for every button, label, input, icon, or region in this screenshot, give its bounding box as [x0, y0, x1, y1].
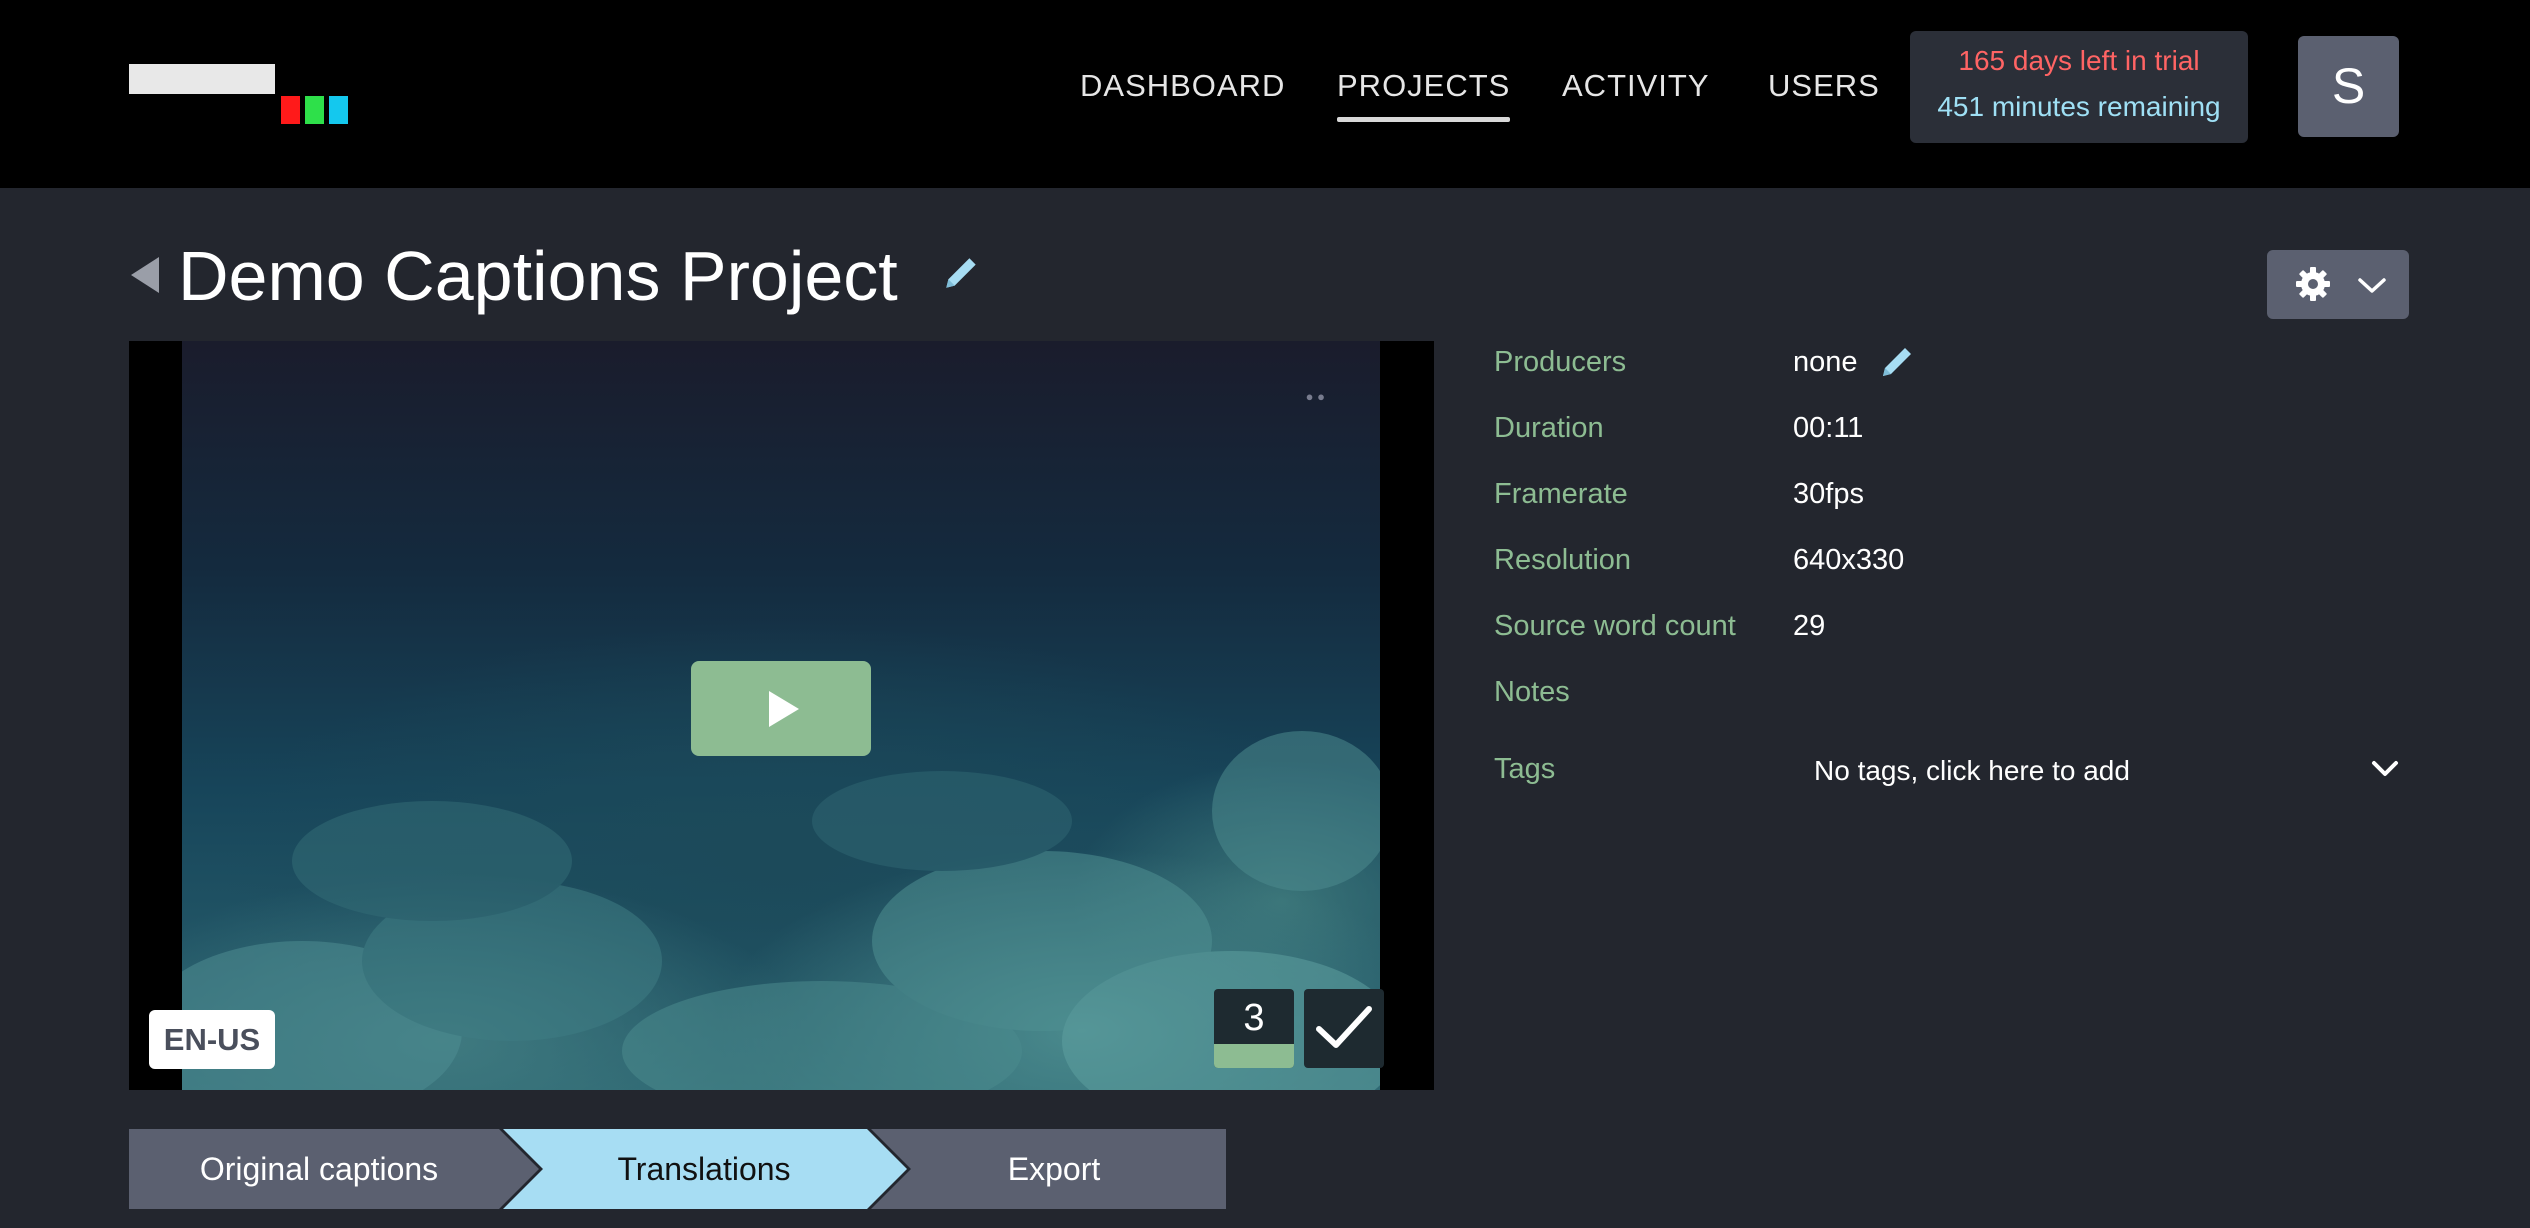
caption-count: 3	[1243, 997, 1265, 1039]
edit-title-pencil-icon[interactable]	[940, 252, 982, 294]
logo-green-square	[305, 96, 324, 124]
nav-users[interactable]: USERS	[1768, 62, 1880, 122]
app-logo[interactable]	[129, 64, 361, 126]
word-count-label: Source word count	[1494, 610, 1736, 642]
tags-selector[interactable]: No tags, click here to add	[1800, 740, 2410, 800]
chevron-down-icon	[2372, 761, 2398, 776]
nav-projects[interactable]: PROJECTS	[1337, 62, 1511, 122]
trial-status-box[interactable]: 165 days left in trial 451 minutes remai…	[1910, 31, 2248, 143]
chevron-down-icon	[2358, 278, 2386, 293]
logo-blue-square	[329, 96, 348, 124]
step-translations[interactable]: Translations	[519, 1129, 889, 1209]
framerate-value: 30fps	[1793, 478, 1864, 510]
trial-days-text: 165 days left in trial	[1958, 45, 2200, 76]
gear-icon	[2296, 267, 2330, 301]
project-title: Demo Captions Project	[178, 237, 898, 315]
checkmark-icon	[1316, 1006, 1372, 1048]
top-bar: DASHBOARD PROJECTS ACTIVITY USERS 165 da…	[0, 0, 2530, 188]
framerate-label: Framerate	[1494, 478, 1628, 510]
resolution-value: 640x330	[1793, 544, 1905, 576]
caption-count-bar	[1214, 1044, 1294, 1068]
user-avatar[interactable]: S	[2298, 36, 2399, 137]
play-button[interactable]	[691, 661, 871, 756]
word-count-value: 29	[1793, 610, 1826, 642]
resolution-label: Resolution	[1494, 544, 1632, 576]
video-watermark: ● ●	[1305, 389, 1325, 404]
trial-minutes-text: 451 minutes remaining	[1937, 91, 2221, 122]
nav-dashboard[interactable]: DASHBOARD	[1080, 62, 1285, 122]
logo-red-square	[281, 96, 300, 124]
settings-dropdown-button[interactable]	[2267, 250, 2409, 319]
tags-placeholder: No tags, click here to add	[1814, 755, 2130, 786]
edit-producers-pencil-icon[interactable]	[1877, 342, 1917, 382]
play-icon	[769, 691, 799, 727]
step-original-captions[interactable]: Original captions	[129, 1129, 509, 1209]
workflow-steps: Original captions Translations Export	[129, 1129, 1226, 1209]
step-export[interactable]: Export	[899, 1129, 1209, 1209]
nav-activity[interactable]: ACTIVITY	[1562, 62, 1710, 122]
notes-label: Notes	[1494, 676, 1570, 708]
producers-value: none	[1793, 346, 1858, 378]
language-badge: EN-US	[149, 1010, 275, 1069]
producers-label: Producers	[1494, 346, 1627, 378]
back-arrow-icon[interactable]	[131, 257, 161, 293]
duration-label: Duration	[1494, 412, 1604, 444]
tags-label: Tags	[1494, 753, 1556, 785]
logo-bar	[129, 64, 275, 94]
caption-count-indicator[interactable]: 3	[1214, 989, 1294, 1068]
video-player[interactable]: ● ● EN-US 3	[129, 341, 1434, 1090]
approve-button[interactable]	[1304, 989, 1384, 1068]
duration-value: 00:11	[1793, 412, 1864, 444]
